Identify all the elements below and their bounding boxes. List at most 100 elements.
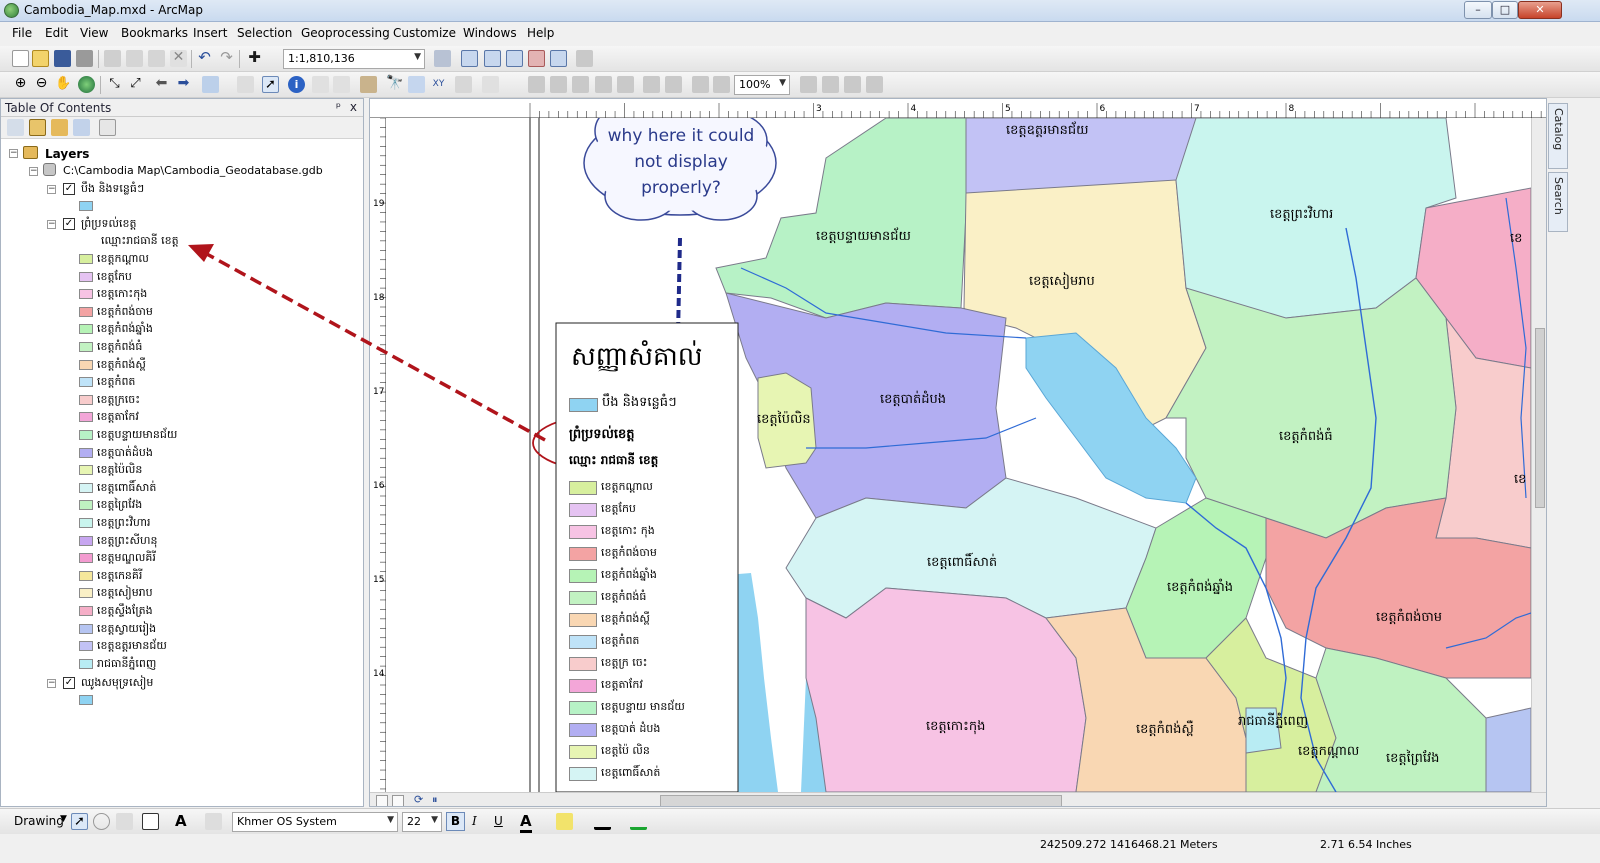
menu-view[interactable]: View bbox=[80, 26, 108, 40]
zoom-out-icon[interactable]: ⊖ bbox=[33, 76, 50, 93]
province-item[interactable]: ខេត្តព្រះវិហារ bbox=[97, 516, 151, 532]
pause-drawing-icon[interactable]: ⏸ bbox=[432, 793, 438, 806]
province-item[interactable]: ខេត្តប៉ៃលិន bbox=[97, 463, 142, 479]
list-by-selection-icon[interactable] bbox=[73, 119, 90, 136]
layout-zoom-out-icon[interactable] bbox=[550, 76, 567, 93]
rotate-icon[interactable] bbox=[93, 813, 110, 830]
fixed-zoom-layout-out-icon[interactable] bbox=[665, 76, 682, 93]
province-item[interactable]: ខេត្តពោធិ៍សាត់ bbox=[97, 481, 156, 497]
menu-file[interactable]: File bbox=[12, 26, 32, 40]
previous-extent-layout-icon[interactable] bbox=[692, 76, 709, 93]
menu-geoprocessing[interactable]: Geoprocessing bbox=[301, 26, 390, 40]
fixed-zoom-out-icon[interactable]: ⤢ bbox=[127, 76, 144, 93]
create-viewer-icon[interactable] bbox=[482, 76, 499, 93]
identify-icon[interactable]: i bbox=[288, 76, 305, 93]
menu-selection[interactable]: Selection bbox=[237, 26, 292, 40]
refresh-icon[interactable]: ⟳ bbox=[414, 793, 423, 806]
gulf-layer-checkbox[interactable]: ✓ bbox=[63, 677, 75, 689]
province-item[interactable]: ខេត្តព្រះសីហនុ bbox=[97, 534, 157, 550]
cut-icon[interactable] bbox=[104, 50, 121, 67]
undo-icon[interactable]: ↶ bbox=[196, 50, 213, 67]
menu-help[interactable]: Help bbox=[527, 26, 554, 40]
edit-vertices-icon[interactable] bbox=[205, 813, 222, 830]
rectangle-tool-icon[interactable] bbox=[142, 813, 159, 830]
zoom-to-selected-icon[interactable] bbox=[116, 813, 133, 830]
catalog-window-icon[interactable] bbox=[484, 50, 501, 67]
province-item[interactable]: ខេត្តឧត្តរមានជ័យ bbox=[97, 639, 167, 655]
expand-gulf-layer[interactable]: − bbox=[47, 679, 56, 688]
pin-icon[interactable]: ᵖ bbox=[336, 100, 341, 114]
layout-pan-icon[interactable] bbox=[572, 76, 589, 93]
lake-layer-checkbox[interactable]: ✓ bbox=[63, 183, 75, 195]
horizontal-scrollbar[interactable]: ⟳ ⏸ bbox=[370, 792, 1546, 806]
gdb-path[interactable]: C:\Cambodia Map\Cambodia_Geodatabase.gdb bbox=[63, 164, 323, 177]
search-side-tab[interactable]: Search bbox=[1548, 172, 1568, 232]
province-item[interactable]: ខេត្តបន្ទាយមានជ័យ bbox=[97, 428, 177, 444]
select-features-icon[interactable] bbox=[202, 76, 219, 93]
province-item[interactable]: ខេត្តស្ទឹងត្រែង bbox=[97, 604, 153, 620]
paste-icon[interactable] bbox=[148, 50, 165, 67]
toc-options-icon[interactable] bbox=[99, 119, 116, 136]
text-tool-icon[interactable]: A bbox=[175, 812, 187, 830]
fixed-zoom-layout-in-icon[interactable] bbox=[643, 76, 660, 93]
font-color-icon[interactable]: A bbox=[520, 812, 532, 833]
delete-icon[interactable]: ✕ bbox=[170, 50, 187, 67]
go-to-xy-icon[interactable]: XY bbox=[430, 76, 447, 93]
menu-edit[interactable]: Edit bbox=[45, 26, 68, 40]
italic-button[interactable]: I bbox=[472, 814, 477, 828]
vertical-scroll-thumb[interactable] bbox=[1535, 328, 1545, 508]
hyperlink-icon[interactable] bbox=[312, 76, 329, 93]
province-item[interactable]: ខេត្តស្វាយរៀង bbox=[97, 622, 156, 638]
menu-windows[interactable]: Windows bbox=[463, 26, 517, 40]
menu-customize[interactable]: Customize bbox=[393, 26, 456, 40]
province-item[interactable]: ខេត្តកេនគិរី bbox=[97, 569, 142, 585]
province-layer-label[interactable]: ព្រំប្រទល់ខេត្ត bbox=[81, 217, 136, 233]
arctoolbox-icon[interactable] bbox=[528, 50, 545, 67]
province-layer-checkbox[interactable]: ✓ bbox=[63, 218, 75, 230]
lake-layer-label[interactable]: បឹង និងទន្លេធំៗ bbox=[81, 182, 144, 198]
change-layout-icon[interactable] bbox=[844, 76, 861, 93]
horizontal-scroll-thumb[interactable] bbox=[660, 795, 1062, 806]
open-folder-icon[interactable] bbox=[32, 50, 49, 67]
back-extent-icon[interactable]: ⬅ bbox=[153, 76, 170, 93]
toc-close-icon[interactable]: x bbox=[350, 100, 357, 114]
toggle-draft-mode-icon[interactable] bbox=[800, 76, 817, 93]
focus-data-frame-icon[interactable] bbox=[822, 76, 839, 93]
province-item[interactable]: ខេត្តកំពង់ធំ bbox=[97, 340, 142, 356]
list-by-source-icon[interactable] bbox=[29, 119, 46, 136]
data-driven-pages-icon[interactable] bbox=[866, 76, 883, 93]
copy-icon[interactable] bbox=[126, 50, 143, 67]
print-icon[interactable] bbox=[76, 50, 93, 67]
catalog-side-tab[interactable]: Catalog bbox=[1548, 103, 1568, 169]
province-item[interactable]: ខេត្តកោះកុង bbox=[97, 287, 147, 303]
map-scale-select[interactable]: 1:1,810,136 ▼ bbox=[283, 49, 425, 69]
python-window-icon[interactable] bbox=[550, 50, 567, 67]
model-builder-icon[interactable] bbox=[576, 50, 593, 67]
table-icon[interactable] bbox=[461, 50, 478, 67]
vertical-scrollbar[interactable] bbox=[1531, 118, 1546, 792]
zoom-100-icon[interactable] bbox=[617, 76, 634, 93]
find-route-icon[interactable] bbox=[408, 76, 425, 93]
next-extent-layout-icon[interactable] bbox=[713, 76, 730, 93]
expand-lake-layer[interactable]: − bbox=[47, 185, 56, 194]
forward-extent-icon[interactable]: ➡ bbox=[175, 76, 192, 93]
save-icon[interactable] bbox=[54, 50, 71, 67]
list-by-drawing-order-icon[interactable] bbox=[7, 119, 24, 136]
chevron-down-icon[interactable]: ▼ bbox=[60, 814, 67, 824]
gulf-layer-label[interactable]: ឈូងសមុទ្រសៀម bbox=[81, 676, 153, 692]
new-document-icon[interactable] bbox=[12, 50, 29, 67]
drawing-menu[interactable]: Drawing bbox=[14, 814, 64, 828]
find-icon[interactable]: 🔭 bbox=[386, 76, 403, 93]
province-item[interactable]: ខេត្តកែប bbox=[97, 270, 132, 286]
select-elements-icon[interactable]: ➚ bbox=[262, 76, 279, 93]
fixed-zoom-in-icon[interactable]: ⤡ bbox=[106, 76, 123, 93]
marker-color-icon[interactable] bbox=[630, 813, 647, 830]
expand-province-layer[interactable]: − bbox=[47, 220, 56, 229]
underline-button[interactable]: U bbox=[494, 814, 503, 828]
province-item[interactable]: ខេត្តកណ្តាល bbox=[97, 252, 149, 268]
clear-selection-icon[interactable] bbox=[237, 76, 254, 93]
expand-layers[interactable]: − bbox=[9, 149, 18, 158]
add-data-icon[interactable]: ✚ bbox=[246, 50, 263, 67]
close-button[interactable]: ✕ bbox=[1518, 1, 1562, 19]
expand-gdb[interactable]: − bbox=[29, 167, 38, 176]
